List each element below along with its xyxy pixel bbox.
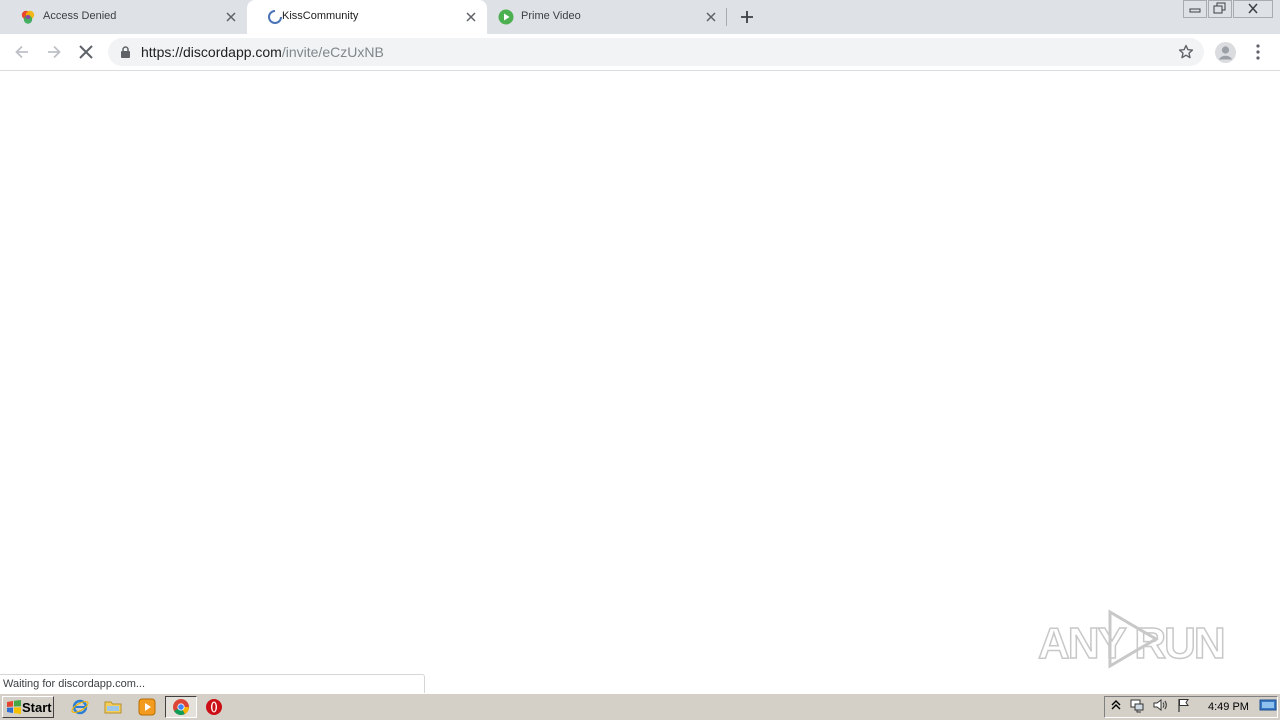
windows-flag-icon — [7, 700, 21, 714]
start-button[interactable]: Start — [2, 696, 54, 718]
taskbar: Start 4:49 PM — [0, 693, 1280, 720]
browser-toolbar: https://discordapp.com/invite/eCzUxNB — [0, 34, 1280, 71]
status-text: Waiting for discordapp.com... — [3, 678, 146, 690]
media-player-icon[interactable] — [138, 698, 156, 716]
url-host: https://discordapp.com — [141, 44, 282, 60]
close-icon[interactable] — [1233, 0, 1273, 18]
tab-access-denied[interactable]: Access Denied — [0, 0, 246, 34]
tab-title: Prime Video — [521, 10, 581, 22]
arrow-left-icon[interactable] — [12, 42, 32, 62]
avatar-icon[interactable] — [1215, 42, 1236, 63]
page-content — [0, 72, 1280, 692]
clock[interactable]: 4:49 PM — [1208, 701, 1249, 713]
star-icon[interactable] — [1178, 44, 1194, 60]
kissanime-icon — [21, 10, 35, 24]
tab-title: KissCommunity — [282, 10, 359, 22]
tab-title: Access Denied — [43, 10, 117, 22]
flag-icon[interactable] — [1176, 697, 1192, 713]
loading-spinner-icon — [268, 10, 282, 24]
opera-icon[interactable] — [205, 698, 223, 716]
kebab-menu-icon[interactable] — [1250, 42, 1266, 62]
anyrun-watermark: ANY RUN — [1037, 609, 1226, 669]
watermark-text-any: ANY RUN — [1038, 619, 1224, 668]
tab-strip: Access Denied KissCommunity Prime Video — [0, 0, 1280, 34]
lock-icon[interactable] — [120, 46, 131, 58]
close-icon[interactable] — [704, 10, 718, 24]
url-path: /invite/eCzUxNB — [281, 44, 384, 60]
tab-separator — [726, 8, 727, 26]
restore-icon[interactable] — [1208, 0, 1232, 18]
close-icon[interactable] — [464, 10, 478, 24]
plus-icon[interactable] — [738, 8, 756, 26]
network-icon[interactable] — [1129, 697, 1145, 713]
tab-prime-video[interactable]: Prime Video — [488, 0, 726, 34]
close-icon[interactable] — [224, 10, 238, 24]
minimize-icon[interactable] — [1183, 0, 1207, 18]
stop-loading-button[interactable] — [76, 42, 96, 62]
address-bar[interactable]: https://discordapp.com/invite/eCzUxNB — [108, 38, 1204, 66]
url-text[interactable]: https://discordapp.com/invite/eCzUxNB — [141, 44, 384, 60]
play-icon — [498, 9, 514, 25]
arrow-right-icon[interactable] — [44, 42, 64, 62]
up-arrow-icon[interactable] — [1108, 697, 1124, 713]
internet-explorer-icon[interactable] — [71, 698, 89, 716]
tab-kisscommunity[interactable]: KissCommunity — [247, 0, 487, 34]
folder-icon[interactable] — [104, 698, 122, 716]
speaker-icon[interactable] — [1152, 697, 1168, 713]
chrome-icon[interactable] — [172, 698, 190, 716]
status-bubble: Waiting for discordapp.com... — [0, 674, 425, 693]
show-desktop-icon[interactable] — [1259, 697, 1277, 713]
start-label: Start — [22, 700, 52, 715]
